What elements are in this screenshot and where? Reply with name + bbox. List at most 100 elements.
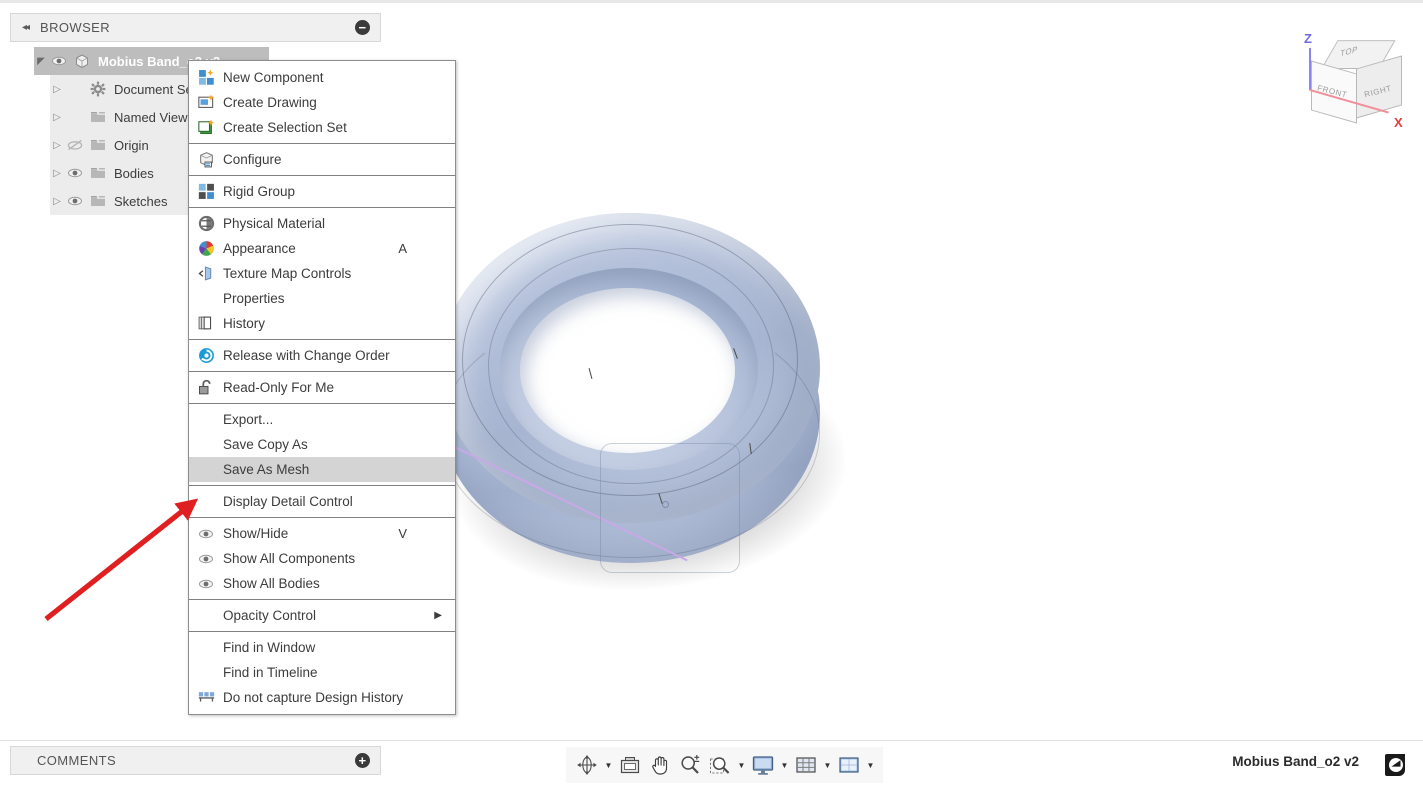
menu-item-release-with-change-order[interactable]: Release with Change Order [189,343,455,368]
create-selection-set-icon [195,119,217,137]
menu-item-new-component[interactable]: New Component [189,65,455,90]
display-settings-dropdown-caret[interactable]: ▼ [778,749,791,781]
collapse-left-icon[interactable]: ◂◂ [22,22,30,33]
grid-snaps-dropdown-caret[interactable]: ▼ [821,749,834,781]
menu-item-properties[interactable]: Properties [189,286,455,311]
plus-circle-icon[interactable]: + [355,753,370,768]
triangle-right-icon[interactable]: ▷ [50,196,64,207]
menu-item-export[interactable]: Export... [189,407,455,432]
menu-item-history[interactable]: History [189,311,455,336]
band-center-hole [520,288,735,453]
menu-item-label: Show All Bodies [223,576,320,591]
configure-icon [195,151,217,169]
menu-icon-placeholder [195,607,217,625]
menu-item-physical-material[interactable]: Physical Material [189,211,455,236]
menu-item-appearance[interactable]: Appearance A [189,236,455,261]
triangle-right-icon[interactable]: ▷ [50,140,64,151]
pan-hand-icon[interactable] [645,749,675,781]
menu-item-texture-map-controls[interactable]: Texture Map Controls [189,261,455,286]
submenu-arrow-icon[interactable]: ▶ [434,610,455,621]
menu-icon-placeholder [195,411,217,429]
menu-item-label: Rigid Group [223,184,296,199]
zoom-dropdown-caret[interactable]: ▼ [735,749,748,781]
menu-item-create-drawing[interactable]: Create Drawing [189,90,455,115]
component-icon [70,53,94,69]
menu-item-shortcut: V [398,526,407,541]
triangle-right-icon[interactable]: ▷ [50,112,64,123]
menu-item-label: Save Copy As [223,437,308,452]
eye-visible-icon[interactable] [64,165,86,181]
menu-item-label: New Component [223,70,324,85]
menu-separator [189,207,455,208]
menu-item-show-hide[interactable]: Show/Hide V [189,521,455,546]
eye-visible-icon [195,525,217,543]
rigid-group-icon [195,183,217,201]
menu-item-configure[interactable]: Configure [189,147,455,172]
menu-item-label: Export... [223,412,274,427]
capture-history-icon [195,689,217,707]
fusion-logo-icon[interactable] [1383,752,1409,778]
menu-item-do-not-capture-design-history[interactable]: Do not capture Design History [189,685,455,710]
texture-map-icon [195,265,217,283]
viewports-icon[interactable] [834,749,864,781]
menu-separator [189,517,455,518]
bottom-bar: COMMENTS + ▼ ▼ ▼ ▼ ▼ Mobius Band_o2 v2 [0,740,1423,788]
triangle-right-icon[interactable]: ▷ [50,84,64,95]
menu-item-label: Do not capture Design History [223,690,404,705]
viewports-dropdown-caret[interactable]: ▼ [864,749,877,781]
menu-item-label: Physical Material [223,216,326,231]
menu-item-label: Release with Change Order [223,348,390,363]
menu-item-display-detail-control[interactable]: Display Detail Control [189,489,455,514]
release-change-order-icon [195,347,217,365]
browser-panel-header[interactable]: ◂◂ BROWSER − [10,13,381,42]
menu-item-show-all-bodies[interactable]: Show All Bodies [189,571,455,596]
eye-visible-icon[interactable] [64,193,86,209]
tree-item-label: Origin [114,137,149,153]
create-drawing-icon [195,94,217,112]
menu-icon-placeholder [195,436,217,454]
menu-item-rigid-group[interactable]: Rigid Group [189,179,455,204]
zoom-icon[interactable] [675,749,705,781]
menu-separator [189,339,455,340]
menu-item-label: Read-Only For Me [223,380,335,395]
menu-item-label: Configure [223,152,282,167]
menu-item-show-all-components[interactable]: Show All Components [189,546,455,571]
menu-separator [189,371,455,372]
grid-snaps-icon[interactable] [791,749,821,781]
eye-visible-icon [195,550,217,568]
document-name-label: Mobius Band_o2 v2 [1232,754,1359,769]
component-context-menu[interactable]: New Component Create Drawing Create Select… [188,60,456,715]
sketch-origin-point [662,501,669,508]
orbit-dropdown-caret[interactable]: ▼ [602,749,615,781]
menu-item-label: Texture Map Controls [223,266,352,281]
menu-icon-placeholder [195,664,217,682]
menu-item-opacity-control[interactable]: Opacity Control ▶ [189,603,455,628]
menu-item-save-as-mesh[interactable]: Save As Mesh [189,457,455,482]
menu-item-find-in-window[interactable]: Find in Window [189,635,455,660]
menu-icon-placeholder [195,290,217,308]
minus-circle-icon[interactable]: − [355,20,370,35]
menu-item-read-only-for-me[interactable]: Read-Only For Me [189,375,455,400]
menu-item-find-in-timeline[interactable]: Find in Timeline [189,660,455,685]
eye-hidden-icon[interactable] [64,137,86,153]
menu-item-label: Appearance [223,241,296,256]
triangle-collapse-icon[interactable]: ◤ [34,56,48,67]
view-cube[interactable]: TOP FRONT RIGHT Z X [1293,15,1415,135]
menu-icon-placeholder [195,493,217,511]
menu-item-label: Show/Hide [223,526,289,541]
sketch-plane-ghost [600,443,740,573]
look-at-icon[interactable] [615,749,645,781]
comments-panel-header[interactable]: COMMENTS + [10,746,381,775]
menu-item-label: Save As Mesh [223,462,310,477]
eye-visible-icon[interactable] [48,53,70,69]
triangle-right-icon[interactable]: ▷ [50,168,64,179]
display-settings-icon[interactable] [748,749,778,781]
zoom-window-icon[interactable] [705,749,735,781]
menu-item-create-selection-set[interactable]: Create Selection Set [189,115,455,140]
menu-item-save-copy-as[interactable]: Save Copy As [189,432,455,457]
orbit-icon[interactable] [572,749,602,781]
mobius-band-model[interactable] [400,188,856,608]
folder-icon [86,109,110,125]
comments-panel-title: COMMENTS [37,753,117,768]
navigation-toolbar[interactable]: ▼ ▼ ▼ ▼ ▼ [566,747,883,783]
